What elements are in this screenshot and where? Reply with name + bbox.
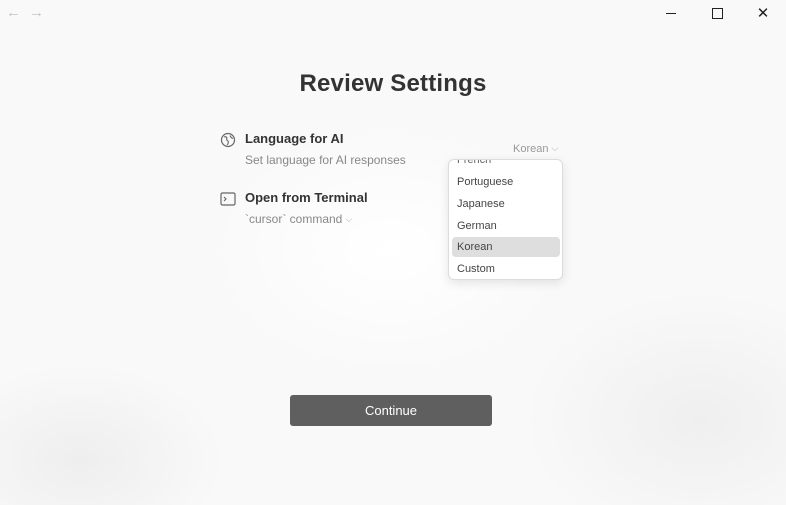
maximize-icon[interactable] bbox=[694, 0, 740, 26]
page-title: Review Settings bbox=[299, 70, 487, 97]
terminal-command-select[interactable]: `cursor` command ⌵ bbox=[245, 212, 352, 226]
language-select[interactable]: Korean ⌵ bbox=[513, 143, 558, 155]
option-custom[interactable]: Custom bbox=[452, 259, 560, 279]
minimize-icon[interactable] bbox=[648, 0, 694, 26]
option-portuguese[interactable]: Portuguese bbox=[452, 172, 560, 192]
language-description: Set language for AI responses bbox=[245, 153, 406, 167]
language-select-value: Korean bbox=[513, 143, 549, 155]
arrow-right-icon[interactable]: → bbox=[29, 4, 44, 22]
option-french[interactable]: French bbox=[452, 160, 560, 170]
terminal-command: `cursor` command bbox=[245, 212, 343, 226]
language-dropdown: French Portuguese Japanese German Korean… bbox=[448, 159, 563, 280]
option-japanese[interactable]: Japanese bbox=[452, 194, 560, 214]
arrow-left-icon[interactable]: ← bbox=[6, 4, 21, 22]
continue-button[interactable]: Continue bbox=[290, 395, 492, 426]
terminal-icon bbox=[220, 192, 236, 206]
window-controls: ✕ bbox=[648, 0, 786, 26]
language-label: Language for AI bbox=[245, 131, 344, 146]
nav-arrows: ← → bbox=[6, 4, 44, 22]
chevron-down-icon: ⌵ bbox=[551, 143, 559, 153]
close-icon[interactable]: ✕ bbox=[740, 0, 786, 26]
terminal-label: Open from Terminal bbox=[245, 190, 368, 205]
option-korean[interactable]: Korean bbox=[452, 237, 560, 257]
chevron-down-icon: ⌵ bbox=[345, 214, 353, 224]
option-german[interactable]: German bbox=[452, 216, 560, 236]
globe-icon bbox=[220, 132, 236, 148]
